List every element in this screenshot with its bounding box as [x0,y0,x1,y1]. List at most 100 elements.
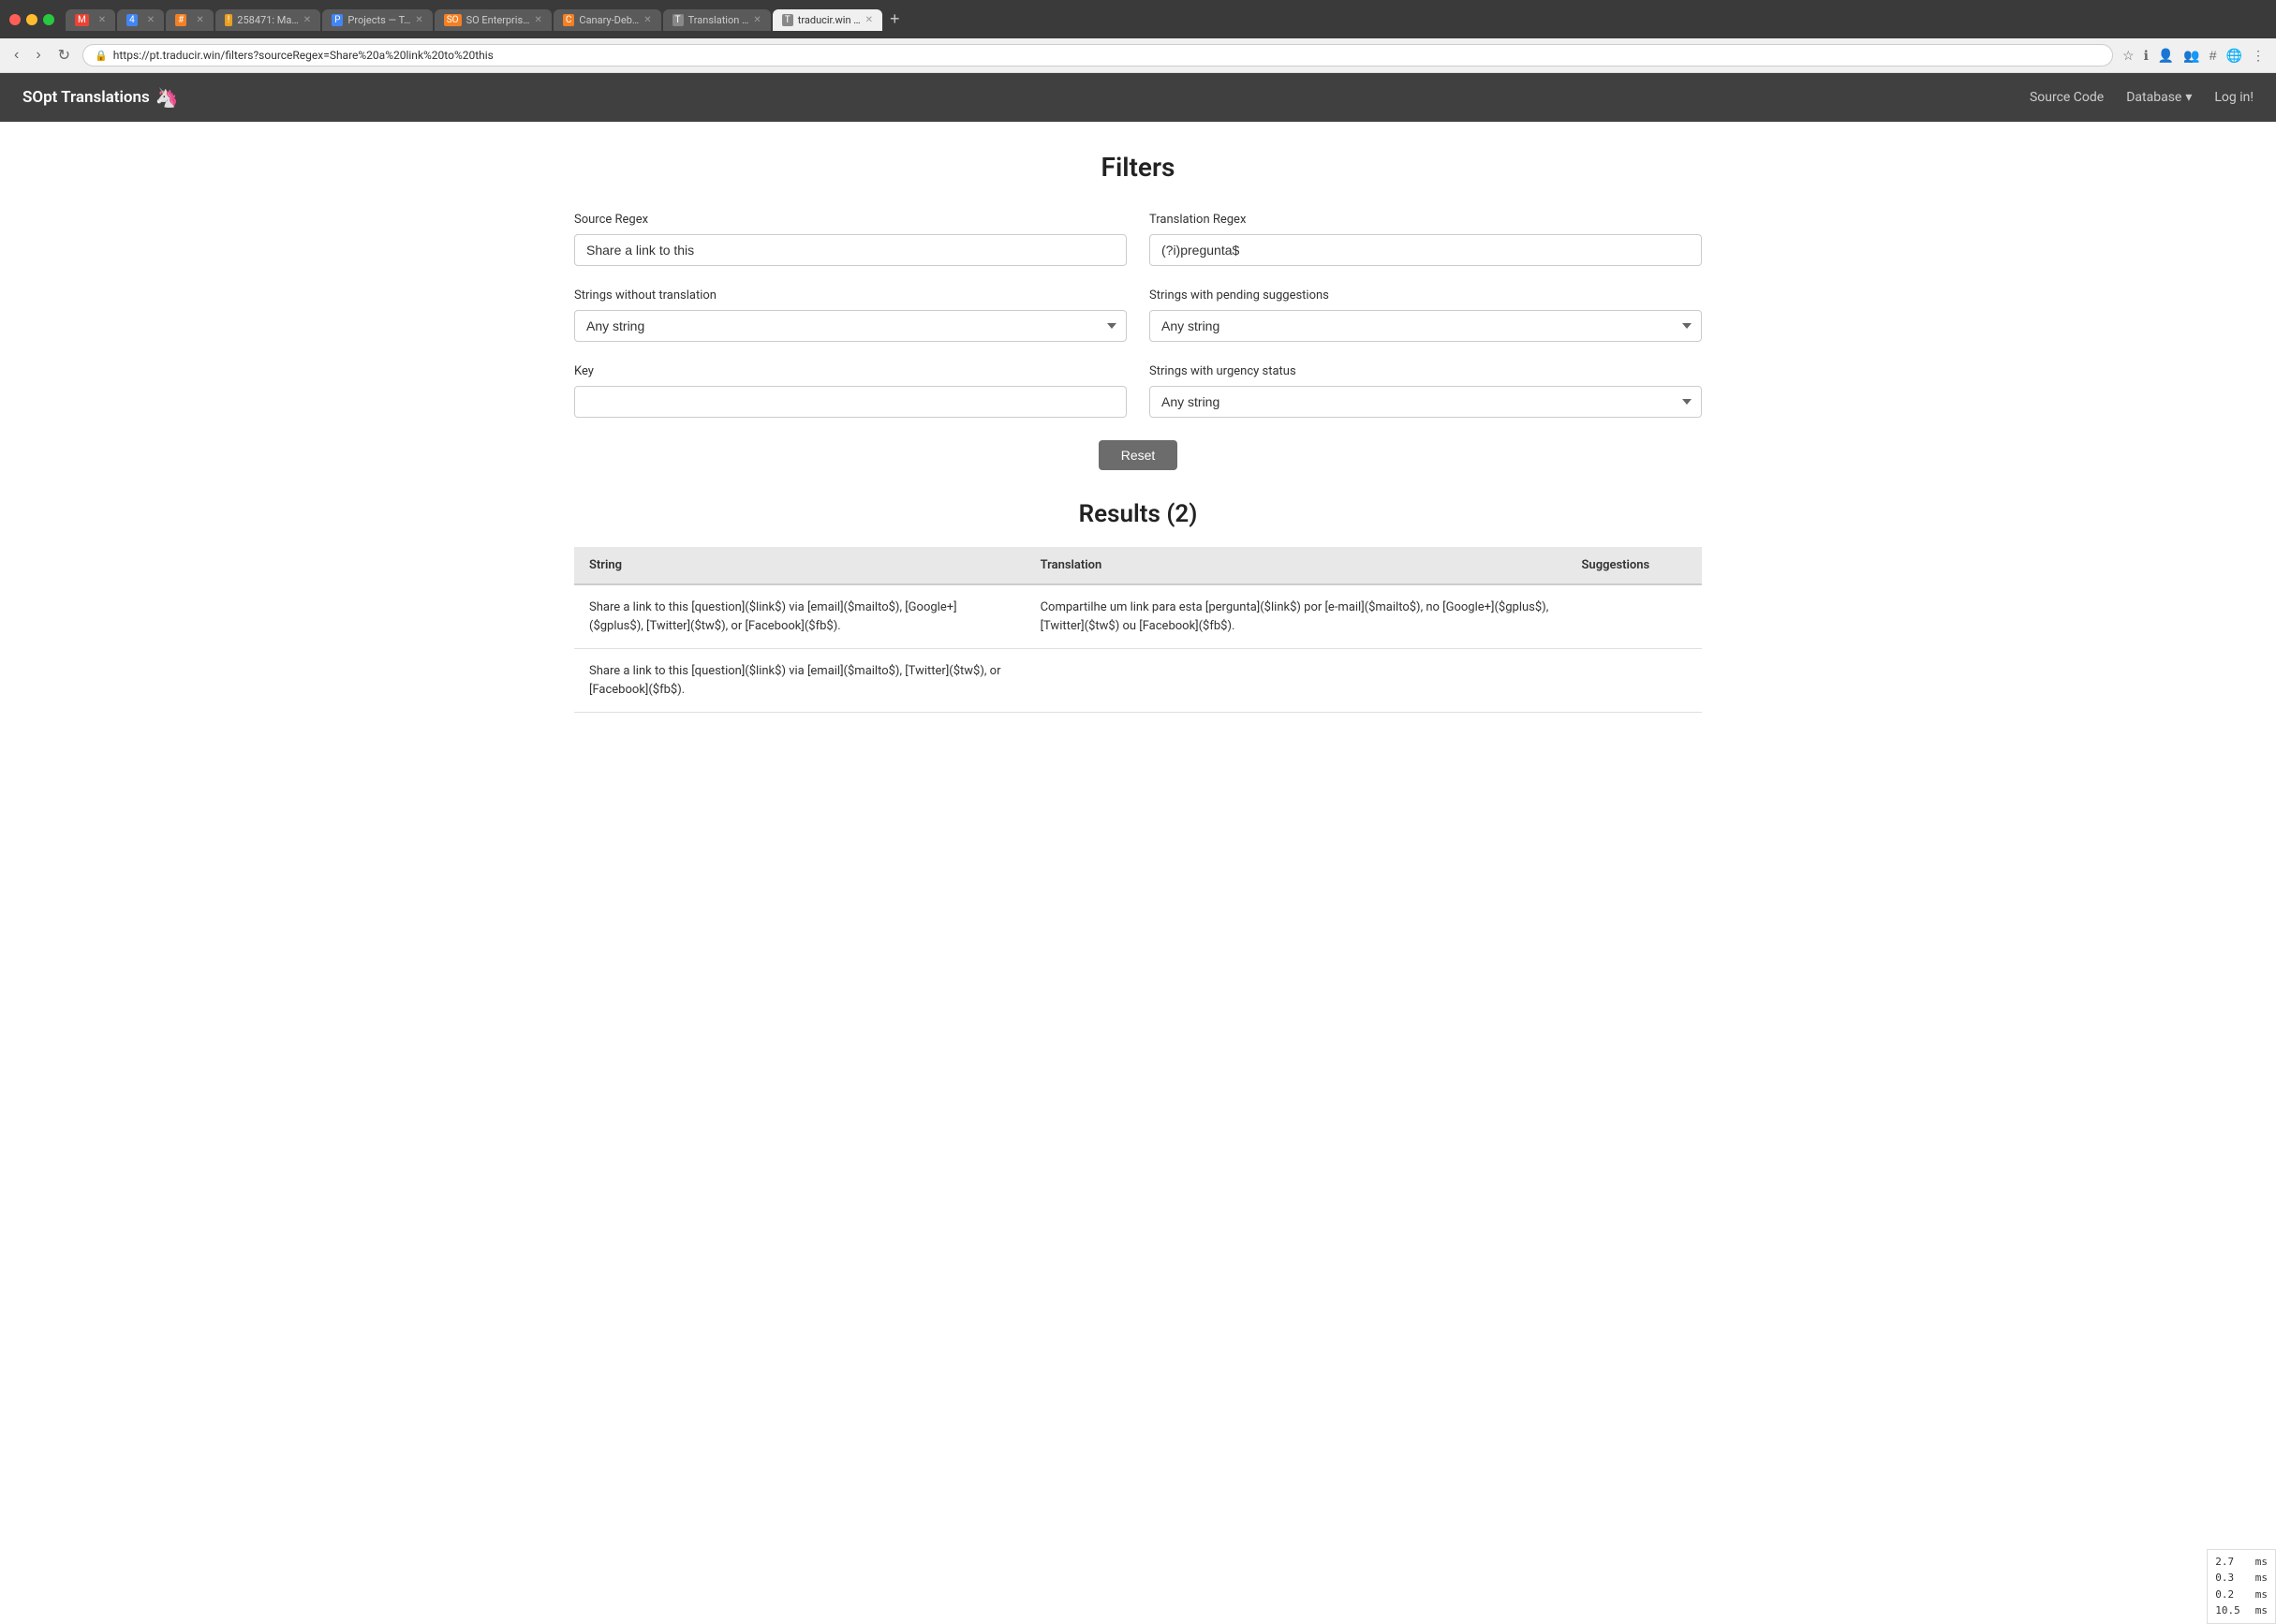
perf-row-2: 0.3 ms [2215,1570,2268,1587]
perf-unit-4: ms [2255,1602,2268,1619]
table-row: Share a link to this [question]($link$) … [574,584,1702,649]
browser-tab-tasks[interactable]: 4 ✕ [117,9,164,31]
filter-row-3: Key Strings with urgency status Any stri… [574,364,1702,418]
tab-title-bug: 258471: Ma… [237,14,298,26]
result-translation-2 [1026,649,1567,713]
strings-without-select[interactable]: Any string Only with Only without [574,310,1127,342]
forward-button[interactable]: › [31,45,45,66]
minimize-traffic-light[interactable] [26,14,37,25]
dropdown-arrow-icon: ▾ [2185,90,2192,105]
avatar-button[interactable]: 👤 [2156,46,2176,66]
browser-tab-canary[interactable]: C Canary-Deb… ✕ [554,9,661,31]
results-title: Results (2) [574,500,1702,528]
perf-value-3: 0.2 [2215,1587,2234,1603]
tab-favicon-canary: C [563,14,575,26]
source-regex-label: Source Regex [574,213,1127,227]
tab-close-projects[interactable]: ✕ [415,15,422,25]
translation-regex-label: Translation Regex [1149,213,1702,227]
extension-button[interactable]: # [2208,46,2219,65]
tab-close-translation[interactable]: ✕ [753,15,761,25]
results-table-header-row: String Translation Suggestions [574,547,1702,584]
browser-tab-traducir[interactable]: T traducir.win … ✕ [773,9,882,31]
strings-urgency-group: Strings with urgency status Any string O… [1149,364,1702,418]
traffic-lights [9,14,54,25]
reset-row: Reset [574,440,1702,470]
perf-value-4: 10.5 [2215,1602,2240,1619]
tab-close-canary[interactable]: ✕ [643,15,651,25]
info-button[interactable]: ℹ [2142,46,2150,66]
page-title: Filters [574,152,1702,183]
app-navbar: SOpt Translations 🦄 Source Code Database… [0,73,2276,122]
strings-pending-group: Strings with pending suggestions Any str… [1149,288,1702,342]
globe-button[interactable]: 🌐 [2224,46,2244,66]
tab-favicon-traducir: T [782,14,793,26]
tab-title-enterprise: SO Enterpris… [466,14,530,26]
address-bar-actions: ☆ ℹ 👤 👥 # 🌐 ⋮ [2121,46,2267,66]
filters-section: Source Regex Translation Regex Strings w… [574,213,1702,470]
results-table-body: Share a link to this [question]($link$) … [574,584,1702,713]
translation-regex-input[interactable] [1149,234,1702,266]
source-regex-group: Source Regex [574,213,1127,266]
maximize-traffic-light[interactable] [43,14,54,25]
translation-regex-group: Translation Regex [1149,213,1702,266]
menu-button[interactable]: ⋮ [2250,46,2267,66]
tab-favicon-projects: P [332,14,343,26]
perf-unit-3: ms [2255,1587,2268,1603]
reset-button[interactable]: Reset [1099,440,1178,470]
tab-close-gmail[interactable]: ✕ [98,15,106,25]
col-header-translation: Translation [1026,547,1567,584]
tab-favicon-tasks: 4 [126,14,138,26]
tab-title-translation: Translation … [688,14,749,26]
strings-pending-label: Strings with pending suggestions [1149,288,1702,303]
address-bar-row: ‹ › ↻ 🔒 https://pt.traducir.win/filters?… [0,38,2276,73]
tab-favicon-gmail: M [75,14,89,26]
tab-favicon-enterprise: SO [444,14,462,26]
source-regex-input[interactable] [574,234,1127,266]
tab-title-projects: Projects — T… [347,14,410,26]
login-link[interactable]: Log in! [2214,90,2254,105]
bookmark-button[interactable]: ☆ [2121,46,2136,66]
result-suggestions-1 [1567,584,1703,649]
browser-tab-so[interactable]: # ✕ [166,9,214,31]
tab-title-canary: Canary-Deb… [579,14,639,26]
new-tab-button[interactable]: + [884,7,906,31]
source-code-link[interactable]: Source Code [2030,90,2104,105]
browser-tab-projects[interactable]: P Projects — T… ✕ [322,9,433,31]
filter-row-2: Strings without translation Any string O… [574,288,1702,342]
browser-tab-translation[interactable]: T Translation … ✕ [663,9,771,31]
app-brand: SOpt Translations 🦄 [22,86,179,109]
tab-close-bug[interactable]: ✕ [303,15,311,25]
perf-value-1: 2.7 [2215,1554,2234,1571]
key-label: Key [574,364,1127,378]
strings-pending-select[interactable]: Any string Only with Only without [1149,310,1702,342]
results-table: String Translation Suggestions Share a l… [574,547,1702,713]
database-dropdown[interactable]: Database ▾ [2126,90,2192,105]
tab-close-enterprise[interactable]: ✕ [535,15,542,25]
table-row: Share a link to this [question]($link$) … [574,649,1702,713]
tab-favicon-translation: T [672,14,684,26]
back-button[interactable]: ‹ [9,45,23,66]
perf-value-2: 0.3 [2215,1570,2234,1587]
tab-close-tasks[interactable]: ✕ [147,15,155,25]
tab-title-traducir: traducir.win … [798,14,861,26]
key-input[interactable] [574,386,1127,418]
col-header-suggestions: Suggestions [1567,547,1703,584]
strings-without-group: Strings without translation Any string O… [574,288,1127,342]
strings-urgency-label: Strings with urgency status [1149,364,1702,378]
results-section: Results (2) String Translation Suggestio… [574,500,1702,713]
browser-tab-bug[interactable]: ! 258471: Ma… ✕ [215,9,320,31]
close-traffic-light[interactable] [9,14,21,25]
tab-close-so[interactable]: ✕ [196,15,203,25]
strings-urgency-select[interactable]: Any string Only with Only without [1149,386,1702,418]
tab-close-traducir[interactable]: ✕ [865,15,873,25]
browser-tab-gmail[interactable]: M ✕ [66,9,115,31]
reload-button[interactable]: ↻ [53,44,75,66]
address-bar[interactable]: 🔒 https://pt.traducir.win/filters?source… [82,44,2113,66]
col-header-string: String [574,547,1026,584]
perf-row-1: 2.7 ms [2215,1554,2268,1571]
profile-button[interactable]: 👥 [2181,46,2201,66]
perf-unit-2: ms [2255,1570,2268,1587]
main-content: Filters Source Regex Translation Regex S… [529,122,1747,743]
browser-tab-enterprise[interactable]: SO SO Enterpris… ✕ [435,9,552,31]
key-group: Key [574,364,1127,418]
